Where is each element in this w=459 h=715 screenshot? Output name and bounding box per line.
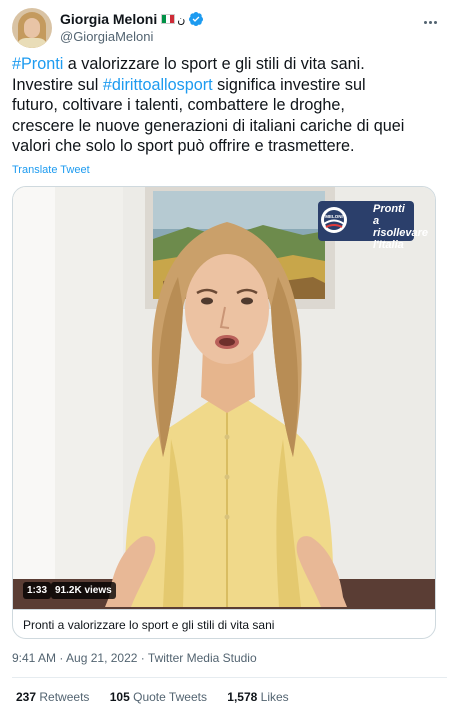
tweet-meta: 9:41 AM · Aug 21, 2022 · Twitter Media S… <box>12 651 257 665</box>
video-duration-badge: 1:33 <box>23 582 52 599</box>
video-title[interactable]: Pronti a valorizzare lo sport e gli stil… <box>13 609 435 638</box>
italy-flag-icon <box>161 14 176 24</box>
name-glyph: ن <box>177 12 186 26</box>
tweet-line-2-post: significa investire sul <box>212 75 366 94</box>
tweet-source[interactable]: Twitter Media Studio <box>148 651 257 665</box>
quote-tweets-stat[interactable]: 105 Quote Tweets <box>110 690 207 704</box>
media-card[interactable]: MELONI Pronti a risollevare l'Italia 1:3… <box>12 186 436 639</box>
retweets-stat[interactable]: 237 Retweets <box>16 690 89 704</box>
video-player[interactable]: MELONI Pronti a risollevare l'Italia 1:3… <box>13 187 435 609</box>
handle[interactable]: @GiorgiaMeloni <box>60 29 204 44</box>
verified-badge-icon <box>189 12 204 26</box>
divider <box>12 677 447 678</box>
meta-separator: · <box>140 651 145 665</box>
display-name[interactable]: Giorgia Meloni <box>60 11 157 27</box>
translate-tweet-link[interactable]: Translate Tweet <box>12 164 90 176</box>
hashtag-pronti[interactable]: #Pronti <box>12 55 63 73</box>
meta-separator: · <box>59 651 64 665</box>
tweet-time[interactable]: 9:41 AM <box>12 651 56 665</box>
author-info: Giorgia Meloni ن @GiorgiaMeloni <box>60 10 204 44</box>
tweet-line-3: futuro, coltivare i talenti, combattere … <box>12 96 345 115</box>
tweet-date[interactable]: Aug 21, 2022 <box>66 651 137 665</box>
tweet-line-5: valori che solo lo sport può offrire e t… <box>12 137 355 156</box>
tweet-line-1: a valorizzare lo sport e gli stili di vi… <box>63 55 365 73</box>
tweet-header: Giorgia Meloni ن @GiorgiaMeloni <box>12 8 447 48</box>
likes-stat[interactable]: 1,578 Likes <box>227 690 288 704</box>
tweet-text: #Pronti a valorizzare lo sport e gli sti… <box>12 54 452 157</box>
hashtag-dirittoallosport[interactable]: #dirittoallosport <box>103 76 213 94</box>
engagement-stats: 237 Retweets 105 Quote Tweets 1,578 Like… <box>16 690 306 704</box>
overlay-brand: MELONI <box>325 214 343 219</box>
more-options-icon[interactable] <box>419 14 441 30</box>
video-overlay-slogan: Pronti a risollevare l'Italia <box>373 203 429 251</box>
tweet-line-4: crescere le nuove generazioni di italian… <box>12 116 405 135</box>
avatar[interactable] <box>12 8 52 48</box>
tweet-line-2-pre: Investire sul <box>12 75 103 94</box>
video-views-badge: 91.2K views <box>51 582 116 599</box>
